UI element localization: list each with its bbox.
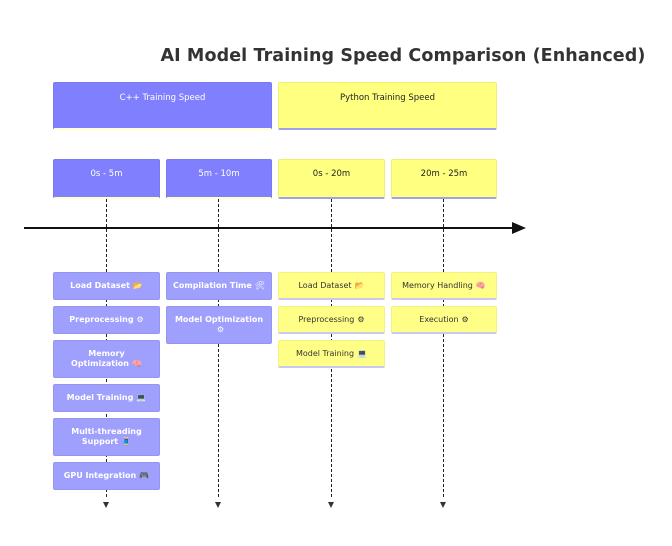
event-card: Model Training 💻 (278, 340, 385, 368)
gear-icon: ⚙ (461, 314, 469, 324)
period-0s-5m: 0s - 5m (53, 159, 160, 199)
event-card: Multi-threading Support 🧵 (53, 418, 160, 456)
section-label: Python Training Speed (339, 93, 436, 103)
gear-icon: ⚙ (216, 325, 225, 334)
connector-arrow (215, 502, 221, 508)
event-card: Load Dataset 📂 (53, 272, 160, 300)
computer-icon: 💻 (357, 348, 368, 358)
period-label: 20m - 25m (420, 169, 468, 179)
event-card: Preprocessing ⚙ (278, 306, 385, 334)
event-card: Memory Optimization 🧠 (53, 340, 160, 378)
gear-icon: ⚙ (357, 314, 365, 324)
timeline-connector (443, 199, 444, 497)
brain-icon: 🧠 (475, 280, 486, 290)
connector-arrow (328, 502, 334, 508)
folder-icon: 📂 (132, 281, 143, 290)
section-label: C++ Training Speed (119, 93, 206, 103)
connector-arrow (440, 502, 446, 508)
period-label: 0s - 5m (90, 169, 123, 179)
gamepad-icon: 🎮 (139, 471, 150, 480)
timeline-connector (218, 199, 219, 497)
gear-icon: ⚙ (136, 315, 144, 324)
period-20m-25m: 20m - 25m (391, 159, 497, 199)
brain-icon: 🧠 (132, 359, 142, 368)
event-card: Model Optimization ⚙ (166, 306, 272, 344)
connector-arrow (103, 502, 109, 508)
event-card: Load Dataset 📂 (278, 272, 385, 300)
event-card: Compilation Time 🛠 (166, 272, 272, 300)
thread-icon: 🧵 (121, 437, 132, 446)
period-label: 5m - 10m (198, 169, 240, 179)
event-card: Memory Handling 🧠 (391, 272, 497, 300)
period-0s-20m: 0s - 20m (278, 159, 385, 199)
folder-icon: 📂 (354, 280, 365, 290)
timeline-axis (24, 227, 514, 229)
period-label: 0s - 20m (312, 169, 351, 179)
event-card: Execution ⚙ (391, 306, 497, 334)
period-5m-10m: 5m - 10m (166, 159, 272, 199)
section-cpp: C++ Training Speed (53, 82, 272, 130)
axis-arrow-icon (512, 222, 526, 234)
diagram-title: AI Model Training Speed Comparison (Enha… (160, 46, 646, 66)
event-card: GPU Integration 🎮 (53, 462, 160, 490)
laptop-icon: 💻 (136, 393, 147, 402)
event-card: Model Training 💻 (53, 384, 160, 412)
section-python: Python Training Speed (278, 82, 497, 130)
tools-icon: 🛠 (254, 281, 265, 290)
event-card: Preprocessing ⚙ (53, 306, 160, 334)
